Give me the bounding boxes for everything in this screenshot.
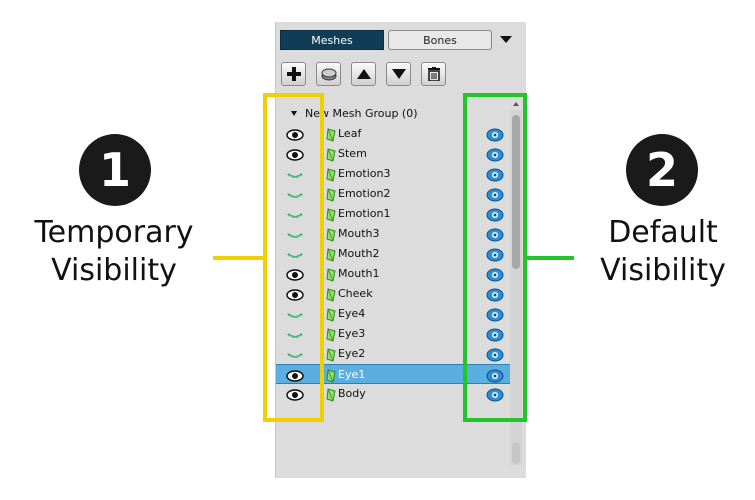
mesh-label: Mouth2 <box>338 247 380 260</box>
default-visibility-highlight <box>463 93 527 422</box>
add-mesh-button[interactable] <box>281 62 306 86</box>
connector-line-yellow <box>213 256 263 260</box>
temporary-visibility-caption: Temporary Visibility <box>14 214 214 290</box>
mesh-icon <box>326 127 336 142</box>
mesh-icon <box>326 207 336 222</box>
mesh-label: Emotion3 <box>338 167 391 180</box>
mesh-icon <box>326 147 336 162</box>
caption-line-1: Temporary <box>34 215 194 250</box>
mesh-label: Body <box>338 387 366 400</box>
mesh-label: Emotion2 <box>338 187 391 200</box>
mesh-icon <box>326 187 336 202</box>
scrollbar-bottom <box>512 442 520 464</box>
connector-line-green <box>527 256 574 260</box>
mesh-label: Stem <box>338 147 367 160</box>
mesh-label: Eye3 <box>338 327 366 340</box>
move-up-icon <box>356 69 371 79</box>
mesh-icon <box>326 227 336 242</box>
mesh-icon <box>326 327 336 342</box>
move-up-button[interactable] <box>351 62 376 86</box>
mesh-icon <box>326 267 336 282</box>
mesh-icon <box>326 307 336 322</box>
mesh-icon <box>326 167 336 182</box>
badge-number-1: 1 <box>79 134 151 206</box>
mesh-icon <box>326 368 336 383</box>
mesh-label: Eye4 <box>338 307 366 320</box>
trash-icon <box>427 67 440 81</box>
mesh-label: Eye2 <box>338 347 366 360</box>
delete-button[interactable] <box>421 62 446 86</box>
mesh-icon <box>326 287 336 302</box>
caption-line-2: Visibility <box>51 253 177 288</box>
default-visibility-caption: Default Visibility <box>583 214 743 290</box>
mesh-icon <box>321 68 336 81</box>
mesh-label: Leaf <box>338 127 362 140</box>
mesh-label: Emotion1 <box>338 207 391 220</box>
caption-line-1: Default <box>608 215 718 250</box>
mesh-label: Mouth1 <box>338 267 380 280</box>
move-down-icon <box>391 69 406 79</box>
mesh-label: Eye1 <box>338 368 366 381</box>
chevron-down-icon[interactable] <box>500 36 512 43</box>
mesh-label: Cheek <box>338 287 373 300</box>
tab-meshes[interactable]: Meshes <box>280 30 384 50</box>
mesh-icon <box>326 247 336 262</box>
add-icon <box>286 67 301 81</box>
mesh-icon <box>326 347 336 362</box>
caption-line-2: Visibility <box>600 253 726 288</box>
temporary-visibility-highlight <box>263 93 324 422</box>
tab-bones[interactable]: Bones <box>388 30 492 50</box>
badge-number-2: 2 <box>626 134 698 206</box>
move-down-button[interactable] <box>386 62 411 86</box>
mesh-icon <box>326 387 336 402</box>
mesh-button[interactable] <box>316 62 341 86</box>
mesh-label: Mouth3 <box>338 227 380 240</box>
